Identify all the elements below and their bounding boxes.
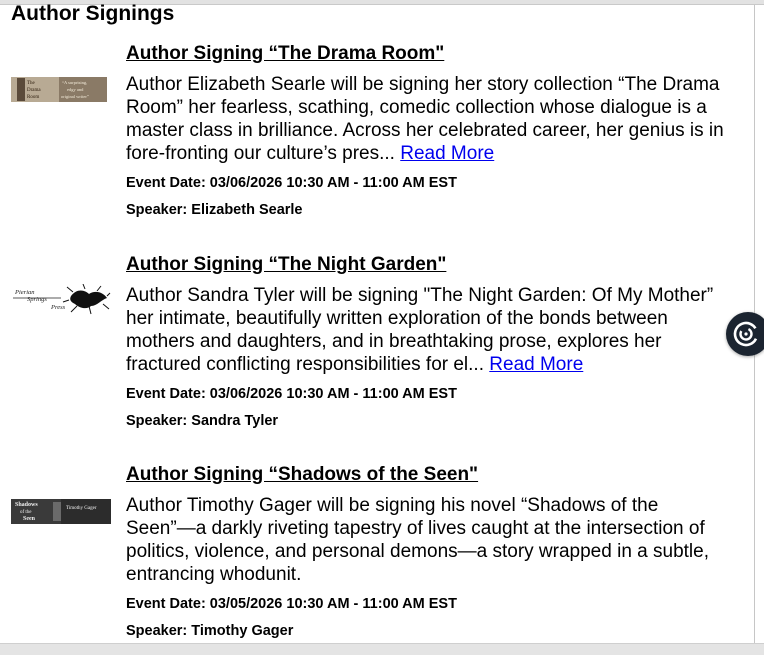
book-thumbnail-shadows-of-the-seen[interactable]: Shadows of the Seen Timothy Gager bbox=[11, 499, 111, 524]
publisher-thumbnail-pierian-springs[interactable]: Pierian Springs Press bbox=[11, 284, 111, 316]
book-cover-image: Shadows of the Seen Timothy Gager bbox=[11, 499, 111, 524]
thumbnail-text: Timothy Gager bbox=[66, 506, 97, 511]
event-item-shadows-of-the-seen: Shadows of the Seen Timothy Gager Author… bbox=[0, 464, 754, 654]
thumbnail-text: Shadows bbox=[15, 502, 38, 508]
thumbnail-text: original writer” bbox=[61, 94, 89, 99]
thumbnail-text: edgy and bbox=[67, 87, 84, 92]
thumbnail-text: Room bbox=[27, 95, 39, 100]
event-speaker: Speaker: Elizabeth Searle bbox=[126, 202, 303, 218]
read-more-link[interactable]: Read More bbox=[489, 354, 583, 375]
event-title-link[interactable]: Author Signing “The Night Garden" bbox=[126, 254, 446, 276]
page-title: Author Signings bbox=[11, 2, 175, 25]
thumbnail-text: Seen bbox=[23, 516, 36, 522]
thumbnail-text: Drama bbox=[27, 88, 41, 93]
floating-assistant-button[interactable] bbox=[726, 312, 764, 356]
event-description: Author Elizabeth Searle will be signing … bbox=[126, 73, 731, 165]
event-speaker: Speaker: Sandra Tyler bbox=[126, 413, 279, 429]
event-item-drama-room: The Drama Room “A surprising, edgy and o… bbox=[0, 43, 754, 233]
event-description: Author Timothy Gager will be signing his… bbox=[126, 495, 709, 585]
book-thumbnail-drama-room[interactable]: The Drama Room “A surprising, edgy and o… bbox=[11, 77, 107, 102]
horizontal-scrollbar-track[interactable] bbox=[0, 643, 764, 655]
thumbnail-text: Springs bbox=[27, 296, 47, 303]
read-more-link[interactable]: Read More bbox=[400, 143, 494, 164]
thumbnail-text: Pierian bbox=[14, 289, 35, 296]
event-description-text: Author Sandra Tyler will be signing "The… bbox=[126, 285, 714, 375]
event-item-night-garden: Pierian Springs Press Author Signing “Th… bbox=[0, 254, 754, 444]
publisher-logo-image: Pierian Springs Press bbox=[11, 284, 111, 316]
book-cover-image: The Drama Room “A surprising, edgy and o… bbox=[11, 77, 107, 102]
event-date: Event Date: 03/06/2026 10:30 AM - 11:00 … bbox=[126, 175, 457, 191]
event-title-link[interactable]: Author Signing “The Drama Room" bbox=[126, 43, 444, 65]
event-date: Event Date: 03/06/2026 10:30 AM - 11:00 … bbox=[126, 386, 457, 402]
thumbnail-text: of the bbox=[20, 510, 32, 515]
thumbnail-text: The bbox=[27, 81, 36, 86]
event-title-link[interactable]: Author Signing “Shadows of the Seen" bbox=[126, 464, 478, 486]
assistant-swirl-icon bbox=[733, 321, 759, 347]
event-description: Author Sandra Tyler will be signing "The… bbox=[126, 284, 731, 376]
event-date: Event Date: 03/05/2026 10:30 AM - 11:00 … bbox=[126, 596, 457, 612]
event-speaker: Speaker: Timothy Gager bbox=[126, 623, 294, 639]
thumbnail-text: Press bbox=[50, 304, 66, 311]
